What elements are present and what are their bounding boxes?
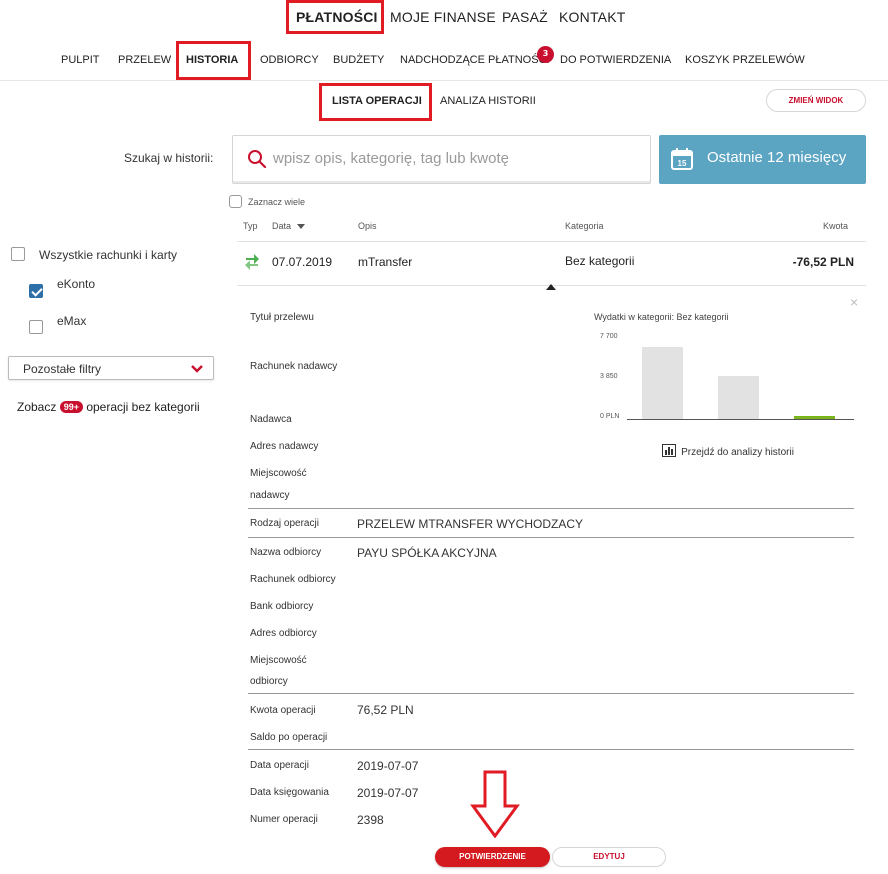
chart-title: Wydatki w kategorii: Bez kategorii <box>594 312 729 322</box>
chart-bar-3 <box>794 416 835 419</box>
label-op-type: Rodzaj operacji <box>250 518 319 529</box>
chart-ytick-top: 7 700 <box>600 333 618 340</box>
edit-button[interactable]: EDYTUJ <box>552 847 666 867</box>
label-recipient-bank: Bank odbiorcy <box>250 601 314 612</box>
label-title: Tytuł przelewu <box>250 312 314 323</box>
tab-lista-operacji[interactable]: LISTA OPERACJI <box>332 95 422 107</box>
confirm-button[interactable]: POTWIERDZENIE <box>435 847 550 867</box>
subnav-historia[interactable]: HISTORIA <box>186 54 238 66</box>
row-desc: mTransfer <box>358 255 413 269</box>
uncategorized-link[interactable]: Zobacz 99+ operacji bez kategorii <box>17 400 200 414</box>
sort-down-icon <box>296 224 305 230</box>
label-recipient-address: Adres odbiorcy <box>250 628 317 639</box>
label-sender-address: Adres nadawcy <box>250 441 319 452</box>
label-sender-account: Rachunek nadawcy <box>250 361 338 372</box>
chart-ytick-zero: 0 PLN <box>600 413 620 420</box>
topnav-platnosci[interactable]: PŁATNOŚCI <box>296 9 378 25</box>
pending-badge: 3 <box>537 46 554 63</box>
value-op-type: PRZELEW MTRANSFER WYCHODZACY <box>357 517 584 531</box>
chart-bar-2 <box>718 376 759 419</box>
bar-chart-icon <box>662 444 676 457</box>
details-divider-3 <box>248 693 854 694</box>
emax-label: eMax <box>57 314 87 328</box>
chevron-down-icon <box>191 365 203 373</box>
value-op-number: 2398 <box>357 813 384 827</box>
chart-bar-1 <box>642 347 683 419</box>
subnav-przelew[interactable]: PRZELEW <box>118 54 171 66</box>
label-sender: Nadawca <box>250 414 292 425</box>
uncategorized-prefix: Zobacz <box>17 400 57 414</box>
chart-axis <box>627 419 854 420</box>
label-op-date: Data operacji <box>250 760 309 771</box>
transfer-icon <box>245 254 259 270</box>
subnav-budzety[interactable]: BUDŻETY <box>333 54 384 66</box>
table-row[interactable]: 07.07.2019 mTransfer Bez kategorii -76,5… <box>237 242 866 284</box>
ekonto-checkbox[interactable] <box>29 284 43 298</box>
col-header-date-label: Data <box>272 221 292 231</box>
subnav-do-potwierdzenia[interactable]: DO POTWIERDZENIA <box>560 54 671 66</box>
select-many-checkbox[interactable] <box>229 195 242 208</box>
change-view-button[interactable]: ZMIEŃ WIDOK <box>766 89 866 112</box>
topnav-kontakt[interactable]: KONTAKT <box>559 9 625 25</box>
label-amount: Kwota operacji <box>250 705 316 716</box>
chart-title-prefix: Wydatki w kategorii: <box>594 312 674 322</box>
analysis-link-label: Przejdź do analizy historii <box>681 447 794 458</box>
search-input[interactable]: wpisz opis, kategorię, tag lub kwotę <box>232 135 651 184</box>
value-amount: 76,52 PLN <box>357 703 414 717</box>
label-balance: Saldo po operacji <box>250 732 328 743</box>
details-divider-1 <box>248 508 854 509</box>
chart-title-category: Bez kategorii <box>676 312 729 322</box>
label-recipient-city-2: odbiorcy <box>250 676 288 687</box>
value-booking-date: 2019-07-07 <box>357 786 419 800</box>
row-category[interactable]: Bez kategorii <box>565 254 634 268</box>
label-sender-city-2: nadawcy <box>250 490 290 501</box>
ekonto-label: eKonto <box>57 277 96 291</box>
date-range-button[interactable]: 15 Ostatnie 12 miesięcy <box>659 135 866 184</box>
select-many-label: Zaznacz wiele <box>248 197 306 207</box>
label-op-number: Numer operacji <box>250 814 318 825</box>
date-range-label: Ostatnie 12 miesięcy <box>707 149 847 166</box>
search-label: Szukaj w historii: <box>124 151 214 165</box>
close-icon[interactable]: × <box>850 294 858 310</box>
analysis-link[interactable]: Przejdź do analizy historii <box>662 440 794 459</box>
topnav-moje-finanse[interactable]: MOJE FINANSE <box>390 9 496 25</box>
row-date: 07.07.2019 <box>272 255 333 269</box>
label-recipient-city-1: Miejscowość <box>250 655 307 666</box>
details-divider-2 <box>248 537 854 538</box>
col-header-category: Kategoria <box>565 221 604 231</box>
subnav-pulpit[interactable]: PULPIT <box>61 54 100 66</box>
subnav-odbiorcy[interactable]: ODBIORCY <box>260 54 319 66</box>
topnav-pasaz[interactable]: PASAŻ <box>502 9 548 25</box>
chart-ytick-mid: 3 850 <box>600 373 618 380</box>
col-header-desc: Opis <box>358 221 377 231</box>
label-sender-city-1: Miejscowość <box>250 468 307 479</box>
col-header-date[interactable]: Data <box>272 221 305 231</box>
details-divider-4 <box>248 749 854 750</box>
calendar-day: 15 <box>678 159 687 168</box>
label-booking-date: Data księgowania <box>250 787 329 798</box>
calendar-icon: 15 <box>671 148 693 170</box>
value-recipient-name: PAYU SPÓŁKA AKCYJNA <box>357 546 497 560</box>
other-filters-dropdown[interactable]: Pozostałe filtry <box>8 356 214 380</box>
other-filters-label: Pozostałe filtry <box>23 362 102 376</box>
col-header-type: Typ <box>243 221 258 231</box>
arrow-down-icon <box>470 770 520 838</box>
row-amount: -76,52 PLN <box>792 255 854 269</box>
all-accounts-label: Wszystkie rachunki i karty <box>39 248 178 262</box>
col-header-amount: Kwota <box>823 221 849 231</box>
emax-checkbox[interactable] <box>29 320 43 334</box>
uncategorized-badge: 99+ <box>59 401 83 413</box>
all-accounts-checkbox[interactable] <box>11 247 25 261</box>
label-recipient-name: Nazwa odbiorcy <box>250 547 322 558</box>
search-icon <box>248 150 267 169</box>
search-placeholder: wpisz opis, kategorię, tag lub kwotę <box>273 150 509 167</box>
subnav-divider <box>0 80 888 81</box>
uncategorized-suffix: operacji bez kategorii <box>86 400 200 414</box>
label-recipient-account: Rachunek odbiorcy <box>250 574 336 585</box>
subnav-koszyk[interactable]: KOSZYK PRZELEWÓW <box>685 54 805 66</box>
tab-analiza-historii[interactable]: ANALIZA HISTORII <box>440 95 536 107</box>
subnav-nadchodzace[interactable]: NADCHODZĄCE PŁATNOŚCI <box>400 54 550 66</box>
value-op-date: 2019-07-07 <box>357 759 419 773</box>
